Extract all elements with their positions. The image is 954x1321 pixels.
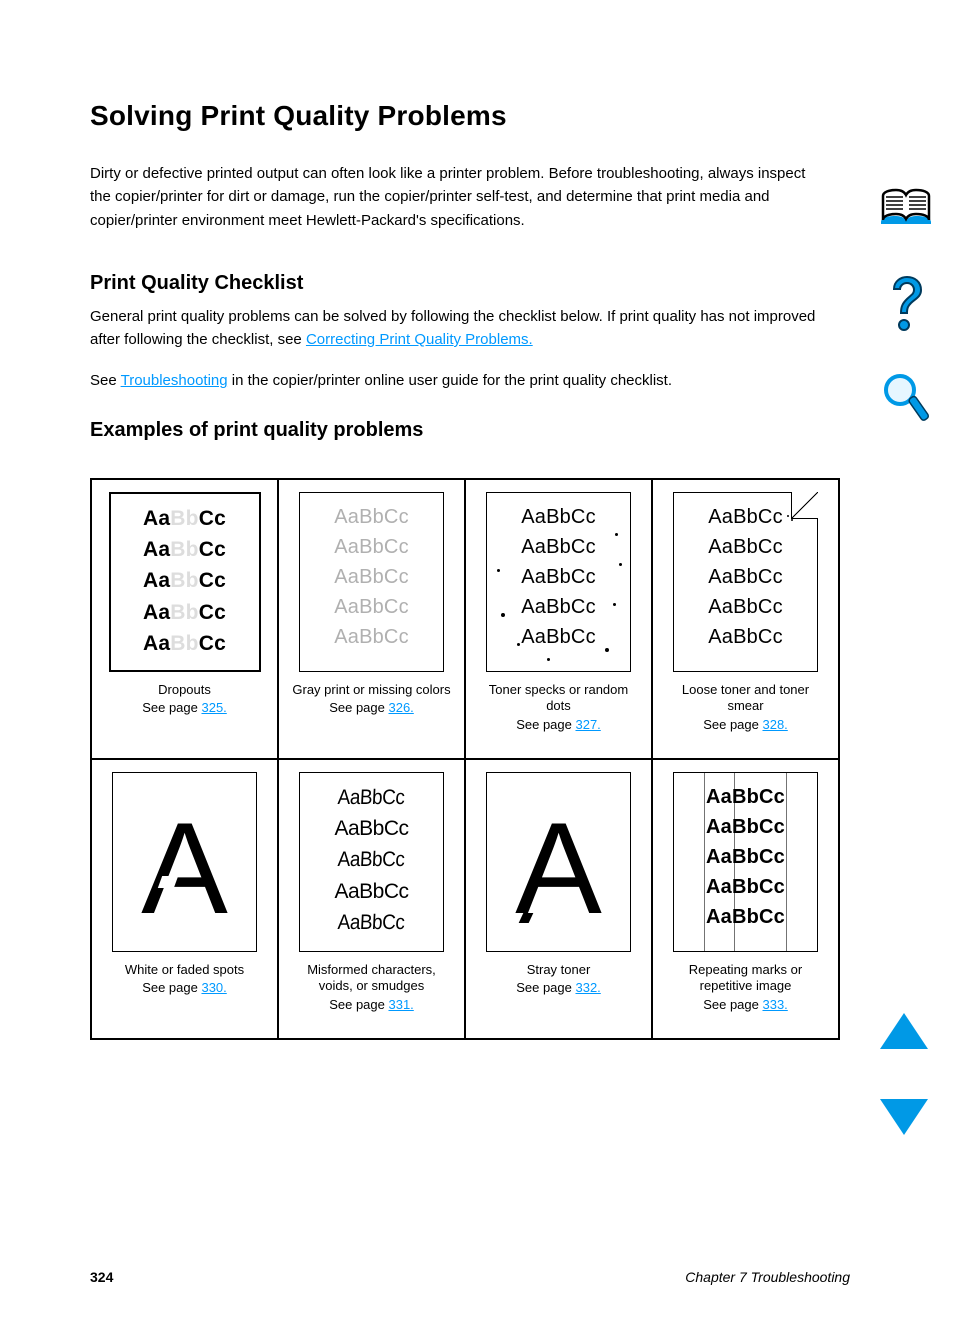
defect-caption: Toner specks or random dots See page 327…: [474, 682, 643, 735]
defect-caption: Loose toner and toner smear See page 328…: [661, 682, 830, 735]
link-troubleshooting[interactable]: Troubleshooting: [121, 372, 228, 389]
sample-line: AaBbCc: [521, 563, 596, 592]
checklist-body-1: General print quality problems can be so…: [90, 305, 830, 352]
see-label: See page: [142, 980, 201, 995]
page-link[interactable]: 327.: [575, 717, 600, 732]
book-icon: [877, 186, 935, 230]
question-mark-icon: [886, 275, 926, 333]
page-link[interactable]: 326.: [388, 700, 413, 715]
big-a-glyph: A: [141, 803, 228, 933]
intro-text: Dirty or defective printed output can of…: [90, 162, 830, 232]
sample-line: AaBbCc: [708, 593, 783, 622]
see-label: See page: [703, 717, 762, 732]
defect-caption: Stray toner See page 332.: [512, 962, 605, 998]
defect-cell-repeating-marks: AaBbCc AaBbCc AaBbCc AaBbCc AaBbCc Repea…: [652, 759, 839, 1039]
sample-line: AaBbCc: [521, 593, 596, 622]
page-link[interactable]: 331.: [388, 997, 413, 1012]
defect-caption-text: Stray toner: [527, 962, 591, 977]
checklist-body-2-post: in the copier/printer online user guide …: [228, 372, 672, 389]
defect-caption-text: Gray print or missing colors: [292, 682, 450, 697]
defect-caption-text: White or faded spots: [125, 962, 244, 977]
sample-line: AaBbCc: [521, 533, 596, 562]
defect-caption-text: Toner specks or random dots: [489, 682, 628, 714]
page-number: 324: [90, 1269, 113, 1285]
page-footer: 324 Chapter 7 Troubleshooting: [90, 1269, 850, 1285]
page-nav: [880, 1013, 928, 1135]
defect-caption: Misformed characters, voids, or smudges …: [287, 962, 456, 1015]
defect-cell-stray-toner: A Stray toner See page 332.: [465, 759, 652, 1039]
defect-caption-text: Loose toner and toner smear: [682, 682, 809, 714]
sample-line: AaBbCc: [334, 533, 409, 562]
sample-line: AaBbCc: [708, 503, 783, 532]
defect-caption: White or faded spots See page 330.: [121, 962, 248, 998]
sidebar: [876, 180, 936, 428]
page-title: Solving Print Quality Problems: [90, 100, 850, 132]
link-correcting-problems[interactable]: Correcting Print Quality Problems.: [306, 331, 533, 348]
see-label: See page: [329, 700, 388, 715]
defect-thumb-dropouts: AaBbCc AaBbCc AaBbCc AaBbCc AaBbCc: [109, 492, 261, 672]
page-link[interactable]: 332.: [575, 980, 600, 995]
defect-cell-loose-toner: AaBbCc AaBbCc AaBbCc AaBbCc AaBbCc Loose…: [652, 479, 839, 759]
defect-thumb-stray-toner: A: [486, 772, 631, 952]
defect-thumb-white-spots: A: [112, 772, 257, 952]
magnifier-icon: [882, 372, 930, 428]
see-label: See page: [142, 700, 201, 715]
sample-line: AaBbCc: [334, 593, 409, 622]
defect-cell-dropouts: AaBbCc AaBbCc AaBbCc AaBbCc AaBbCc Dropo…: [91, 479, 278, 759]
contents-button[interactable]: [876, 180, 936, 236]
see-label: See page: [516, 980, 575, 995]
sample-line: AaBbCc: [521, 503, 596, 532]
checklist-heading: Print Quality Checklist: [90, 272, 850, 295]
checklist-body-2: See Troubleshooting in the copier/printe…: [90, 369, 830, 392]
defect-cell-white-spots: A White or faded spots See page 330.: [91, 759, 278, 1039]
examples-heading: Examples of print quality problems: [90, 419, 850, 442]
defect-caption-text: Repeating marks or repetitive image: [689, 962, 802, 994]
defect-grid: AaBbCc AaBbCc AaBbCc AaBbCc AaBbCc Dropo…: [90, 478, 840, 1040]
defect-thumb-gray-print: AaBbCc AaBbCc AaBbCc AaBbCc AaBbCc: [299, 492, 444, 672]
defect-thumb-misformed: AaBbCc AaBbCc AaBbCc AaBbCc AaBbCc: [299, 772, 444, 952]
sample-line: AaBbCc: [334, 503, 409, 532]
see-label: See page: [516, 717, 575, 732]
page-link[interactable]: 325.: [201, 700, 226, 715]
see-label: See page: [329, 997, 388, 1012]
help-button[interactable]: [876, 276, 936, 332]
defect-thumb-loose-toner: AaBbCc AaBbCc AaBbCc AaBbCc AaBbCc: [673, 492, 818, 672]
page-link[interactable]: 333.: [762, 997, 787, 1012]
page-link[interactable]: 328.: [762, 717, 787, 732]
see-label: See page: [703, 997, 762, 1012]
sample-line: AaBbCc: [334, 623, 409, 652]
defect-cell-toner-specks: AaBbCc AaBbCc AaBbCc AaBbCc AaBbCc Toner…: [465, 479, 652, 759]
sample-line: AaBbCc: [334, 563, 409, 592]
sample-line: AaBbCc: [521, 623, 596, 652]
sample-line: AaBbCc: [708, 533, 783, 562]
chapter-label: Chapter 7 Troubleshooting: [685, 1269, 850, 1285]
search-button[interactable]: [876, 372, 936, 428]
sample-line: AaBbCc: [708, 563, 783, 592]
defect-cell-misformed: AaBbCc AaBbCc AaBbCc AaBbCc AaBbCc Misfo…: [278, 759, 465, 1039]
page-up-button[interactable]: [880, 1013, 928, 1049]
page-link[interactable]: 330.: [201, 980, 226, 995]
defect-thumb-repeating-marks: AaBbCc AaBbCc AaBbCc AaBbCc AaBbCc: [673, 772, 818, 952]
defect-caption: Repeating marks or repetitive image See …: [661, 962, 830, 1015]
defect-caption-text: Misformed characters, voids, or smudges: [307, 962, 436, 994]
defect-thumb-toner-specks: AaBbCc AaBbCc AaBbCc AaBbCc AaBbCc: [486, 492, 631, 672]
checklist-body-2-pre: See: [90, 372, 121, 389]
defect-caption: Gray print or missing colors See page 32…: [288, 682, 454, 718]
defect-cell-gray-print: AaBbCc AaBbCc AaBbCc AaBbCc AaBbCc Gray …: [278, 479, 465, 759]
defect-caption-text: Dropouts: [158, 682, 211, 697]
defect-caption: Dropouts See page 325.: [138, 682, 231, 718]
page-down-button[interactable]: [880, 1099, 928, 1135]
sample-line: AaBbCc: [708, 623, 783, 652]
